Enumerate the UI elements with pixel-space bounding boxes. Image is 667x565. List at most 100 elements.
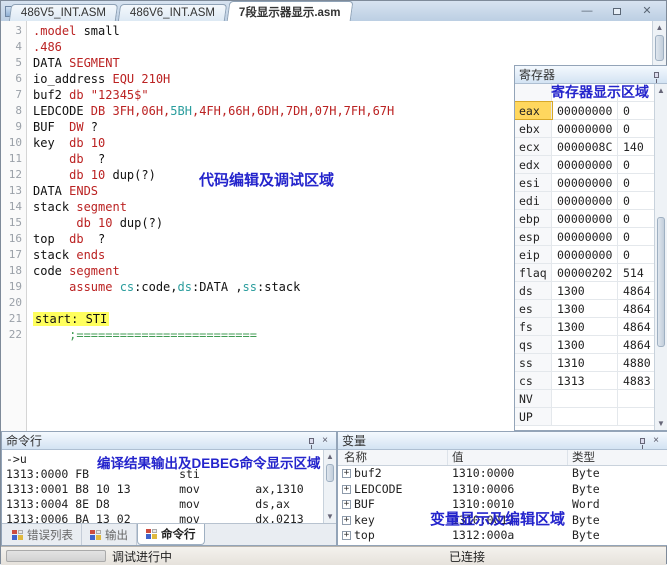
- pin-icon[interactable]: [649, 68, 663, 82]
- register-row[interactable]: ds13004864: [515, 282, 654, 300]
- scrollbar-thumb[interactable]: [657, 217, 665, 347]
- register-dec-value[interactable]: 4864: [618, 336, 654, 353]
- column-header-value[interactable]: 值: [448, 450, 568, 465]
- variable-row[interactable]: +LEDCODE1310:0006Byte: [338, 482, 667, 498]
- variable-row[interactable]: +buf21310:0000Byte: [338, 466, 667, 482]
- scroll-down-icon[interactable]: ▼: [655, 417, 667, 430]
- register-dec-value[interactable]: 4864: [618, 318, 654, 335]
- register-row[interactable]: ecx0000008C140: [515, 138, 654, 156]
- variable-value[interactable]: 1310:0006: [448, 482, 568, 498]
- register-dec-value[interactable]: 514: [618, 264, 654, 281]
- close-icon[interactable]: ×: [649, 434, 663, 448]
- register-dec-value[interactable]: 140: [618, 138, 654, 155]
- column-header-name[interactable]: 名称: [338, 450, 448, 465]
- register-hex-value[interactable]: 0000008C: [552, 138, 618, 155]
- register-hex-value[interactable]: 00000000: [552, 156, 618, 173]
- register-hex-value[interactable]: 00000000: [552, 120, 618, 137]
- scroll-up-icon[interactable]: ▲: [324, 450, 336, 463]
- register-dec-value[interactable]: 4864: [618, 282, 654, 299]
- register-dec-value[interactable]: [618, 390, 654, 407]
- register-row[interactable]: eip000000000: [515, 246, 654, 264]
- register-hex-value[interactable]: [552, 390, 618, 407]
- register-hex-value[interactable]: 1300: [552, 336, 618, 353]
- register-panel-title: 寄存器: [519, 66, 649, 83]
- register-hex-value[interactable]: 00000000: [552, 210, 618, 227]
- register-dec-value[interactable]: 0: [618, 174, 654, 191]
- expand-icon[interactable]: +: [342, 500, 351, 509]
- code-line[interactable]: .486: [33, 39, 652, 55]
- scroll-down-icon[interactable]: ▼: [324, 510, 336, 523]
- minimize-button[interactable]: —: [576, 5, 598, 18]
- register-row[interactable]: ebx000000000: [515, 120, 654, 138]
- variable-row[interactable]: +top1312:000aByte: [338, 528, 667, 544]
- variable-type: Byte: [568, 466, 667, 482]
- register-row[interactable]: cs13134883: [515, 372, 654, 390]
- expand-icon[interactable]: +: [342, 531, 351, 540]
- expand-icon[interactable]: +: [342, 469, 351, 478]
- register-name: eip: [515, 246, 552, 263]
- register-hex-value[interactable]: 1313: [552, 372, 618, 389]
- expand-icon[interactable]: +: [342, 516, 351, 525]
- register-row[interactable]: es13004864: [515, 300, 654, 318]
- register-row[interactable]: flaq00000202514: [515, 264, 654, 282]
- line-number: 10: [1, 135, 22, 151]
- register-hex-value[interactable]: 1300: [552, 318, 618, 335]
- variable-value[interactable]: 1310:0000: [448, 466, 568, 482]
- scroll-up-icon[interactable]: ▲: [653, 21, 666, 34]
- register-hex-value[interactable]: 00000000: [552, 174, 618, 191]
- column-header-type[interactable]: 类型: [568, 450, 667, 465]
- register-row[interactable]: fs13004864: [515, 318, 654, 336]
- editor-tab[interactable]: 7段显示器显示.asm: [227, 1, 354, 22]
- register-hex-value[interactable]: [552, 408, 618, 425]
- register-row[interactable]: NV: [515, 390, 654, 408]
- register-hex-value[interactable]: 00000000: [552, 192, 618, 209]
- scroll-up-icon[interactable]: ▲: [655, 84, 667, 97]
- register-hex-value[interactable]: 00000202: [552, 264, 618, 281]
- register-dec-value[interactable]: 0: [618, 192, 654, 209]
- register-dec-value[interactable]: 4880: [618, 354, 654, 371]
- dock-tab[interactable]: 命令行: [137, 524, 205, 545]
- scrollbar-thumb[interactable]: [326, 464, 334, 482]
- register-row[interactable]: ebp000000000: [515, 210, 654, 228]
- maximize-button[interactable]: [606, 5, 628, 18]
- scrollbar-thumb[interactable]: [655, 35, 664, 61]
- dock-tab[interactable]: 错误列表: [4, 524, 82, 545]
- register-dec-value[interactable]: 0: [618, 246, 654, 263]
- pin-icon[interactable]: [304, 434, 318, 448]
- register-row[interactable]: ss13104880: [515, 354, 654, 372]
- register-row[interactable]: edx000000000: [515, 156, 654, 174]
- line-number: 4: [1, 39, 22, 55]
- register-hex-value[interactable]: 00000000: [552, 228, 618, 245]
- close-button[interactable]: ✕: [636, 5, 658, 18]
- register-hex-value[interactable]: 1300: [552, 282, 618, 299]
- register-hex-value[interactable]: 1310: [552, 354, 618, 371]
- register-dec-value[interactable]: [618, 408, 654, 425]
- register-dec-value[interactable]: 0: [618, 228, 654, 245]
- register-dec-value[interactable]: 0: [618, 156, 654, 173]
- register-row[interactable]: qs13004864: [515, 336, 654, 354]
- register-row[interactable]: eax000000000: [515, 102, 654, 120]
- register-row[interactable]: edi000000000: [515, 192, 654, 210]
- dock-tab[interactable]: 输出: [82, 524, 137, 545]
- register-dec-value[interactable]: 0: [618, 102, 654, 119]
- register-hex-value[interactable]: 00000000: [552, 102, 618, 119]
- pin-icon[interactable]: [635, 434, 649, 448]
- register-hex-value[interactable]: 1300: [552, 300, 618, 317]
- bottom-dock-tabs: 错误列表输出命令行: [2, 523, 336, 545]
- register-scrollbar[interactable]: ▲ ▼: [654, 84, 667, 430]
- variable-value[interactable]: 1312:000a: [448, 528, 568, 544]
- register-dec-value[interactable]: 0: [618, 120, 654, 137]
- register-row[interactable]: UP: [515, 408, 654, 426]
- register-dec-value[interactable]: 4883: [618, 372, 654, 389]
- register-hex-value[interactable]: 00000000: [552, 246, 618, 263]
- code-line[interactable]: .model small: [33, 23, 652, 39]
- register-dec-value[interactable]: 4864: [618, 300, 654, 317]
- editor-tab[interactable]: 486V6_INT.ASM: [118, 4, 227, 21]
- register-row[interactable]: esp000000000: [515, 228, 654, 246]
- expand-icon[interactable]: +: [342, 485, 351, 494]
- command-scrollbar[interactable]: ▲ ▼: [323, 450, 336, 523]
- register-row[interactable]: esi000000000: [515, 174, 654, 192]
- register-dec-value[interactable]: 0: [618, 210, 654, 227]
- close-icon[interactable]: ×: [318, 434, 332, 448]
- editor-tab[interactable]: 486V5_INT.ASM: [9, 4, 118, 21]
